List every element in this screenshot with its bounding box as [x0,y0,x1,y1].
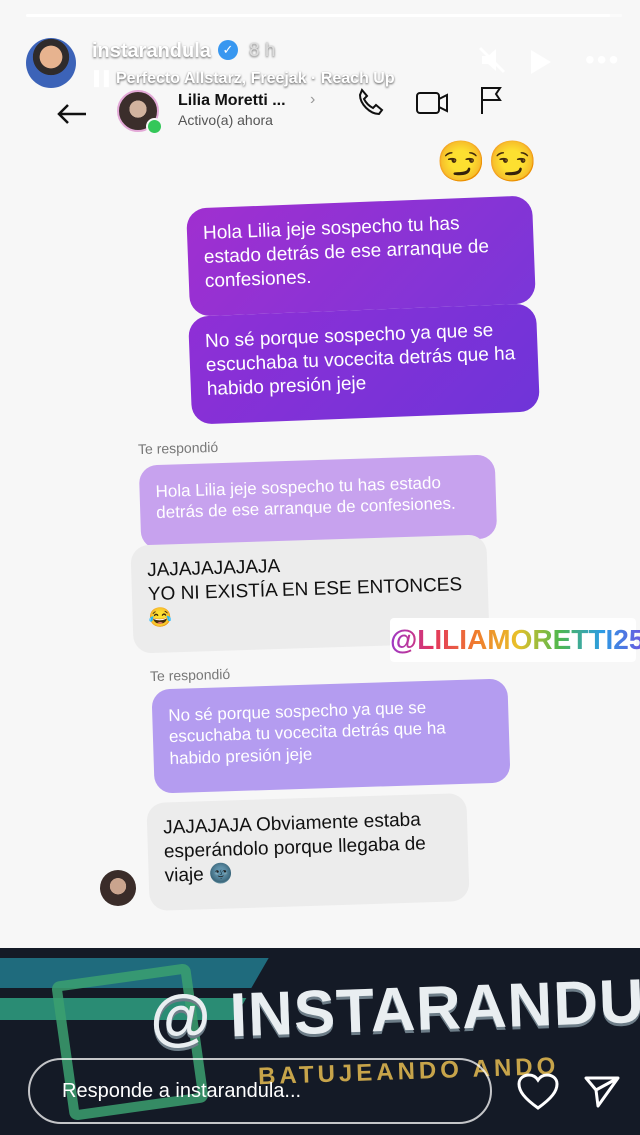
phone-icon [358,88,384,116]
dm-contact-name: Lilia Moretti ... [178,92,286,109]
story-progress-fill [26,14,611,17]
video-call-icon [416,92,448,114]
mention-text: @LILIAMORETTI25 [390,624,640,655]
outgoing-message: Hola Lilia jeje sospecho tu has estado d… [186,195,536,317]
mute-icon[interactable] [476,44,508,76]
chat-thread: 😏😏 Hola Lilia jeje sospecho tu has estad… [0,130,640,960]
flag-icon [481,87,502,114]
story-viewer: instarandula ✓ 8 h ▌▌ Perfecto Allstarz,… [0,0,640,1135]
replied-label: Te respondió [149,665,231,685]
reply-input[interactable]: Responde a instarandula... [28,1058,492,1124]
heart-icon[interactable] [516,1072,560,1112]
send-icon[interactable] [582,1072,622,1112]
story-time: 8 h [249,40,276,61]
more-icon[interactable]: ••• [585,46,620,74]
incoming-message: JAJAJAJA Obviamente estaba esperándolo p… [146,793,470,911]
replied-label: Te respondió [137,438,219,458]
back-arrow-icon [57,104,86,124]
reply-placeholder: Responde a instarandula... [62,1080,302,1102]
quoted-message: No sé porque sospecho ya que se escuchab… [151,678,511,794]
verified-icon: ✓ [218,40,238,60]
story-username[interactable]: instarandula [92,40,211,63]
mention-sticker[interactable]: @LILIAMORETTI25 [390,618,640,662]
story-avatar[interactable] [26,38,76,88]
story-progress-bar [26,14,622,17]
play-icon[interactable] [531,50,551,74]
smirk-emojis: 😏😏 [436,140,540,184]
chevron-right-icon: › [310,91,316,108]
outgoing-message: No sé porque sospecho ya que se escuchab… [188,303,540,425]
sender-avatar [100,870,136,906]
dm-active-status: Activo(a) ahora [178,112,273,128]
